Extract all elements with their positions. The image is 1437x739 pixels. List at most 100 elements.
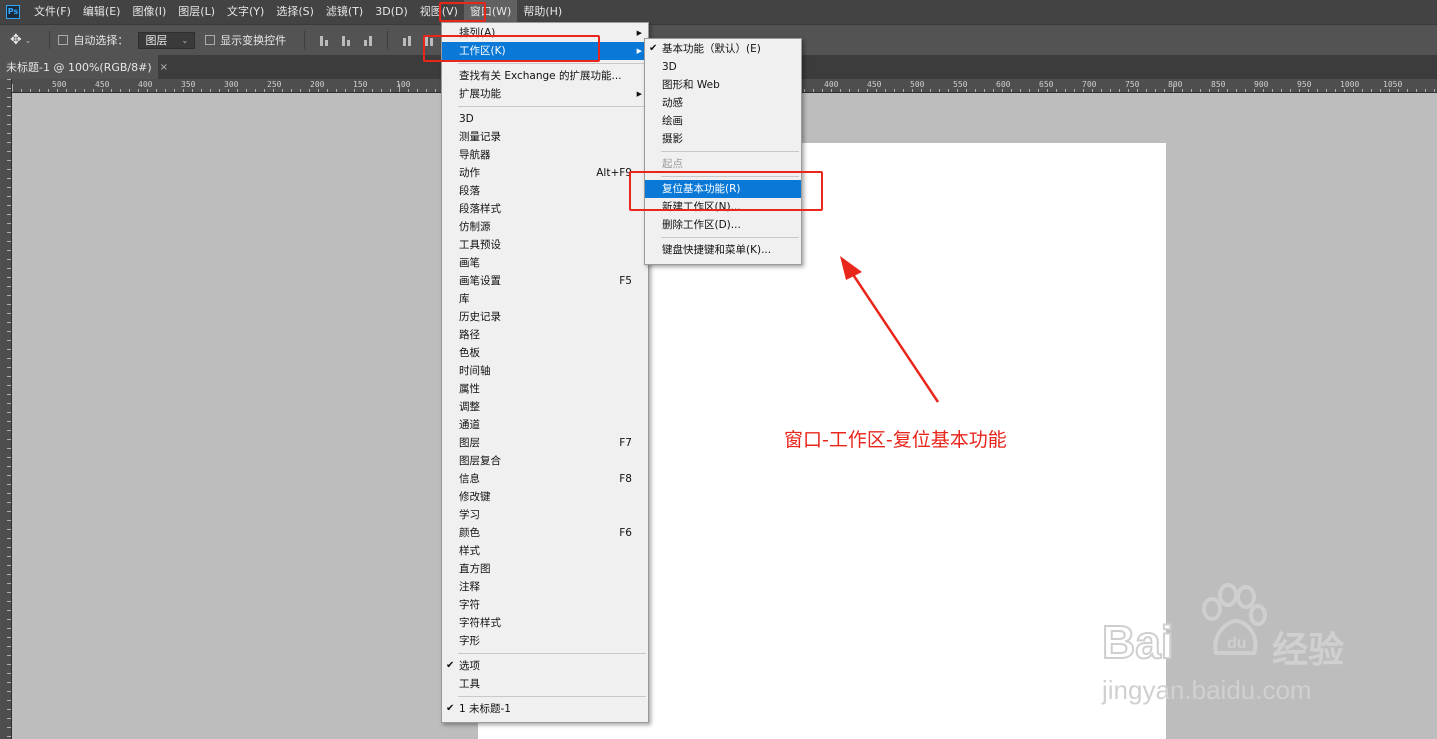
show-transform-checkbox[interactable]: 显示变换控件	[205, 32, 286, 48]
window_menu-item-18[interactable]: 路径	[442, 326, 648, 344]
window_menu-item-31[interactable]: 直方图	[442, 560, 648, 578]
window_menu-item-32[interactable]: 注释	[442, 578, 648, 596]
align-top-icon[interactable]	[318, 34, 330, 46]
window_menu-item-35[interactable]: 字形	[442, 632, 648, 650]
ruler-tick	[372, 89, 373, 92]
window_menu-item-11[interactable]: 段落样式	[442, 200, 648, 218]
menu-file[interactable]: 文件(F)	[28, 0, 77, 24]
window_menu-item-4[interactable]: 扩展功能 ▶	[442, 85, 648, 103]
ruler-tick	[1254, 89, 1255, 92]
ruler-label: 700	[1082, 80, 1097, 89]
align-bottom-icon[interactable]	[362, 34, 374, 46]
menu-select[interactable]: 选择(S)	[270, 0, 320, 24]
checkmark-icon: ✔	[649, 43, 658, 54]
window_menu-item-40[interactable]: ✔ 1 未标题-1	[442, 700, 648, 718]
window_menu-item-label: 信息	[459, 473, 480, 485]
ruler-label: 150	[353, 80, 368, 89]
window_menu-item-19[interactable]: 色板	[442, 344, 648, 362]
window_menu-item-26[interactable]: 信息 F8	[442, 470, 648, 488]
window_menu-item-6[interactable]: 3D	[442, 110, 648, 128]
ruler-tick	[1047, 89, 1048, 92]
ruler-tick	[327, 89, 328, 92]
ruler-tick	[885, 89, 886, 92]
ruler-tick	[1146, 89, 1147, 92]
ruler-tick	[165, 89, 166, 92]
ruler-tick	[210, 89, 211, 92]
divider	[387, 31, 389, 49]
ruler-label: 500	[52, 80, 67, 89]
ruler-tick	[309, 89, 310, 92]
window_menu-item-33[interactable]: 字符	[442, 596, 648, 614]
window_menu-item-34[interactable]: 字符样式	[442, 614, 648, 632]
workspace_submenu-item-11[interactable]: 删除工作区(D)...	[645, 216, 801, 234]
ruler-tick	[1191, 89, 1192, 92]
menu-type[interactable]: 文字(Y)	[221, 0, 270, 24]
window_menu-item-29[interactable]: 颜色 F6	[442, 524, 648, 542]
menu-filter[interactable]: 滤镜(T)	[320, 0, 369, 24]
workspace_submenu-item-0[interactable]: ✔ 基本功能（默认）(E)	[645, 40, 801, 58]
ruler-tick	[1272, 89, 1273, 92]
window_menu-item-38[interactable]: 工具	[442, 675, 648, 693]
window_menu-item-13[interactable]: 工具预设	[442, 236, 648, 254]
window_menu-item-27[interactable]: 修改键	[442, 488, 648, 506]
ruler-label: 850	[1211, 80, 1226, 89]
checkbox-box[interactable]	[58, 35, 69, 45]
align-vcenter-icon[interactable]	[340, 34, 352, 46]
window_menu-item-30[interactable]: 样式	[442, 542, 648, 560]
document-tab[interactable]: 未标题-1 @ 100%(RGB/8#) ×	[0, 55, 168, 79]
window_menu-item-37[interactable]: ✔ 选项	[442, 657, 648, 675]
highlight-box-window-menu	[439, 2, 486, 22]
window_menu-item-12[interactable]: 仿制源	[442, 218, 648, 236]
window_menu-item-label: 颜色	[459, 527, 480, 539]
window_menu-item-8[interactable]: 导航器	[442, 146, 648, 164]
ruler-label: 750	[1125, 80, 1140, 89]
window_menu-item-label: 扩展功能	[459, 88, 501, 100]
window_menu-item-label: 样式	[459, 545, 480, 557]
window_menu-item-25[interactable]: 图层复合	[442, 452, 648, 470]
ruler-tick	[1425, 89, 1426, 92]
close-icon[interactable]: ×	[160, 62, 168, 73]
workspace_submenu-item-1[interactable]: 3D	[645, 58, 801, 76]
window_menu-item-24[interactable]: 图层 F7	[442, 434, 648, 452]
window_menu-item-16[interactable]: 库	[442, 290, 648, 308]
window_menu-item-23[interactable]: 通道	[442, 416, 648, 434]
ruler-tick	[264, 89, 265, 92]
menu-3d[interactable]: 3D(D)	[369, 0, 414, 24]
workspace_submenu-item-label: 键盘快捷键和菜单(K)...	[662, 244, 772, 256]
workspace_submenu-item-3[interactable]: 动感	[645, 94, 801, 112]
menu-help[interactable]: 帮助(H)	[517, 0, 568, 24]
window_menu-item-28[interactable]: 学习	[442, 506, 648, 524]
window_menu-item-22[interactable]: 调整	[442, 398, 648, 416]
ruler-label: 400	[824, 80, 839, 89]
ruler-label: 250	[267, 80, 282, 89]
menu-image[interactable]: 图像(I)	[126, 0, 172, 24]
align-left-icon[interactable]	[401, 34, 413, 46]
window_menu-item-20[interactable]: 时间轴	[442, 362, 648, 380]
checkbox-box[interactable]	[205, 35, 216, 45]
workspace_submenu-item-2[interactable]: 图形和 Web	[645, 76, 801, 94]
window_menu-item-17[interactable]: 历史记录	[442, 308, 648, 326]
workspace_submenu-item-4[interactable]: 绘画	[645, 112, 801, 130]
auto-select-checkbox[interactable]: 自动选择：	[58, 32, 128, 48]
window_menu-item-7[interactable]: 测量记录	[442, 128, 648, 146]
layer-select-dropdown[interactable]: 图层 ⌄	[138, 31, 196, 49]
window_menu-item-10[interactable]: 段落	[442, 182, 648, 200]
divider	[49, 31, 51, 49]
move-tool-icon[interactable]: ✥ ⌄	[10, 32, 31, 48]
window_menu-item-21[interactable]: 属性	[442, 380, 648, 398]
highlight-box-workspace	[423, 35, 600, 62]
workspace_submenu-item-5[interactable]: 摄影	[645, 130, 801, 148]
ruler-tick	[1155, 89, 1156, 92]
window_menu-item-15[interactable]: 画笔设置 F5	[442, 272, 648, 290]
ruler-label: 500	[910, 80, 925, 89]
ruler-tick	[156, 89, 157, 92]
menu-edit[interactable]: 编辑(E)	[77, 0, 127, 24]
window_menu-item-14[interactable]: 画笔	[442, 254, 648, 272]
ruler-tick	[822, 89, 823, 92]
ruler-tick	[300, 89, 301, 92]
window_menu-item-3[interactable]: 查找有关 Exchange 的扩展功能...	[442, 67, 648, 85]
workspace_submenu-item-13[interactable]: 键盘快捷键和菜单(K)...	[645, 241, 801, 259]
window_menu-item-9[interactable]: 动作 Alt+F9	[442, 164, 648, 182]
menu-layer[interactable]: 图层(L)	[172, 0, 221, 24]
ruler-tick	[1353, 89, 1354, 92]
